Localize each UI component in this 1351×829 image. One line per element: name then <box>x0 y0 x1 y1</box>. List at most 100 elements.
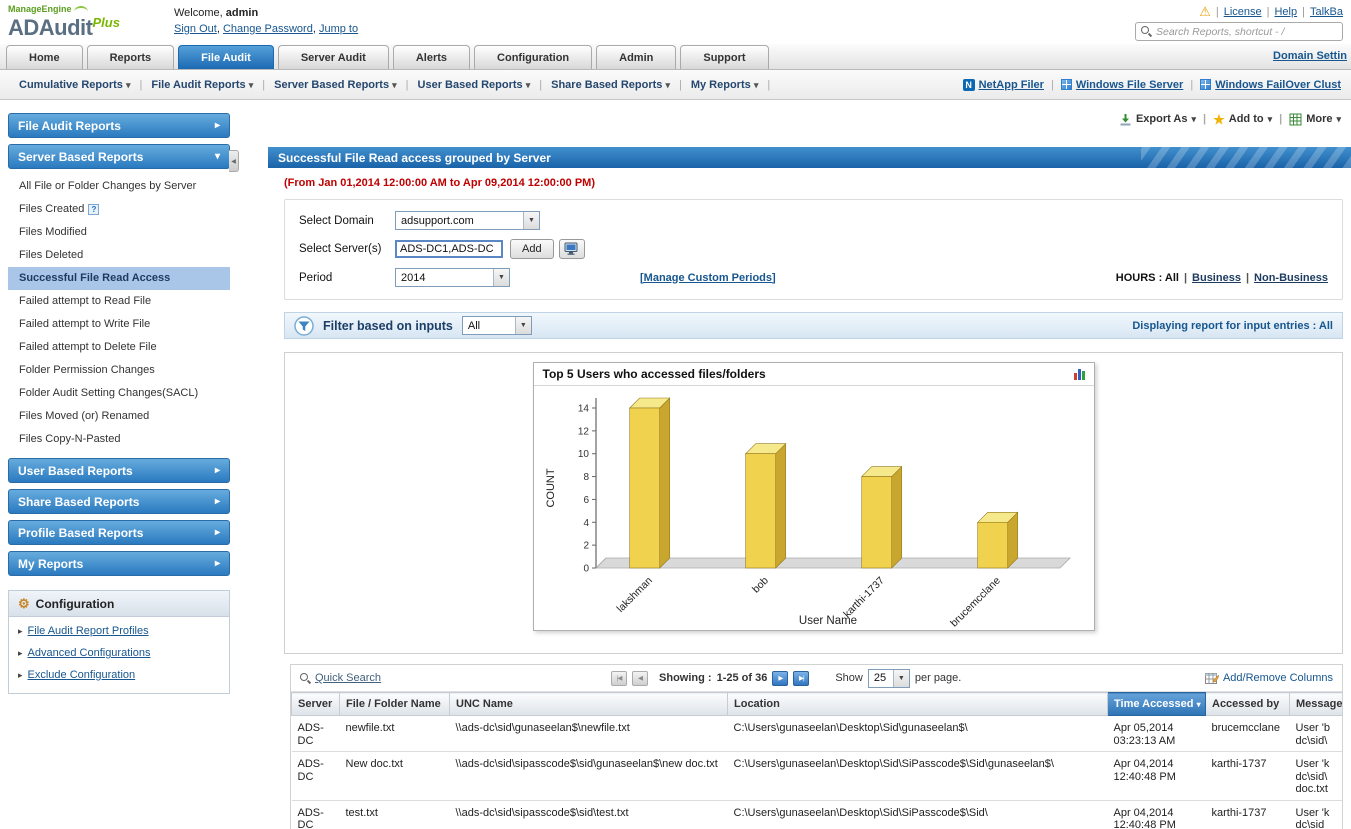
sidebar-group-file-audit-reports[interactable]: File Audit Reports ▸ <box>8 113 230 138</box>
hours-business-link[interactable]: Business <box>1192 272 1241 284</box>
separator: | <box>1279 113 1283 125</box>
table-row[interactable]: ADS-DC test.txt \\ads-dc\sid\sipasscode$\s… <box>291 800 1342 829</box>
product-suffix: Plus <box>92 15 120 30</box>
sidebar-item-successful-file-read-access[interactable]: Successful File Read Access <box>8 267 230 290</box>
tab-home[interactable]: Home <box>6 45 83 69</box>
filter-select[interactable]: All ▼ <box>461 316 532 335</box>
sidebar-group-label: Profile Based Reports <box>18 525 144 540</box>
sign-out-link[interactable]: Sign Out <box>174 23 217 35</box>
sidebar-item-failed-attempt-to-read-file[interactable]: Failed attempt to Read File <box>8 290 230 313</box>
column-header-location[interactable]: Location <box>727 692 1108 716</box>
sidebar-item-files-copy-n-pasted[interactable]: Files Copy-N-Pasted <box>8 428 230 451</box>
column-header-unc-name[interactable]: UNC Name <box>449 692 728 716</box>
sidebar-item-all-file-or-folder-changes-by-server[interactable]: All File or Folder Changes by Server <box>8 175 230 198</box>
tab-configuration[interactable]: Configuration <box>474 45 593 69</box>
menu-cumulative-reports[interactable]: Cumulative Reports ▾ <box>10 79 140 91</box>
talkba-link[interactable]: TalkBa <box>1310 6 1343 18</box>
period-select[interactable]: 2014 ▼ <box>395 268 510 287</box>
help-icon[interactable]: ? <box>88 204 100 215</box>
tab-server-audit[interactable]: Server Audit <box>277 45 389 69</box>
license-link[interactable]: License <box>1224 6 1262 18</box>
column-header-time-accessed[interactable]: Time Accessed ▾ <box>1107 692 1206 716</box>
tab-alerts[interactable]: Alerts <box>392 45 471 69</box>
column-header-accessed-by[interactable]: Accessed by <box>1205 692 1290 716</box>
menu-share-based-reports[interactable]: Share Based Reports ▾ <box>542 79 679 91</box>
last-page-button[interactable]: ▶| <box>793 670 810 686</box>
add-to-button[interactable]: ★ Add to ▾ <box>1213 113 1272 126</box>
manage-custom-periods-link[interactable]: [Manage Custom Periods] <box>640 272 776 284</box>
hours-nonbusiness-link[interactable]: Non-Business <box>1254 272 1328 284</box>
tab-admin[interactable]: Admin <box>596 45 677 69</box>
sidebar-item-folder-permission-changes[interactable]: Folder Permission Changes <box>8 359 230 382</box>
menu-server-based-reports[interactable]: Server Based Reports ▾ <box>265 79 406 91</box>
sidebar-item-files-modified[interactable]: Files Modified <box>8 221 230 244</box>
windows-file-server-link[interactable]: Windows File Server <box>1076 79 1184 91</box>
sidebar-collapse-handle[interactable]: ◀ <box>229 150 239 172</box>
column-header-message[interactable]: Message <box>1289 692 1342 716</box>
servers-input[interactable] <box>395 240 503 258</box>
page-size-select[interactable]: 25 ▼ <box>867 668 910 688</box>
sidebar-item-folder-audit-setting-changes-sacl[interactable]: Folder Audit Setting Changes(SACL) <box>8 382 230 405</box>
sidebar-group-my-reports[interactable]: My Reports ▸ <box>8 551 230 576</box>
caret-down-icon: ▾ <box>1267 113 1273 124</box>
config-link-advanced-configurations[interactable]: Advanced Configurations <box>28 647 151 659</box>
help-link[interactable]: Help <box>1274 6 1297 18</box>
sidebar-item-files-created[interactable]: Files Created? <box>8 198 230 221</box>
sidebar-item-failed-attempt-to-write-file[interactable]: Failed attempt to Write File <box>8 313 230 336</box>
netapp-filer-link[interactable]: NetApp Filer <box>979 79 1044 91</box>
svg-text:karthi-1737: karthi-1737 <box>841 575 887 621</box>
report-search-box[interactable] <box>1135 22 1343 41</box>
menu-user-based-reports[interactable]: User Based Reports ▾ <box>409 79 540 91</box>
prev-page-button[interactable]: ◀ <box>632 670 649 686</box>
menu-file-audit-reports[interactable]: File Audit Reports ▾ <box>142 79 262 91</box>
quick-search-link[interactable]: Quick Search <box>315 672 381 684</box>
sidebar-group-profile-based-reports[interactable]: Profile Based Reports ▸ <box>8 520 230 545</box>
next-page-button[interactable]: ▶ <box>772 670 789 686</box>
tab-file-audit[interactable]: File Audit <box>178 45 274 69</box>
windows-failover-clust-link[interactable]: Windows FailOver Clust <box>1215 79 1341 91</box>
domain-settings-link[interactable]: Domain Settin <box>1273 50 1347 62</box>
chart-type-icon[interactable] <box>1073 368 1085 380</box>
domain-row: Select Domain adsupport.com ▼ <box>299 211 1328 230</box>
table-row[interactable]: ADS-DC New doc.txt \\ads-dc\sid\sipasscode… <box>291 751 1342 801</box>
cell-file-name: test.txt <box>339 800 450 829</box>
select-servers-label: Select Server(s) <box>299 243 382 255</box>
caret-down-icon: ▾ <box>525 79 531 90</box>
sidebar-item-files-deleted[interactable]: Files Deleted <box>8 244 230 267</box>
sidebar: File Audit Reports ▸ Server Based Reports ▾… <box>8 105 230 824</box>
config-link-exclude-configuration[interactable]: Exclude Configuration <box>28 669 136 681</box>
windows-file-server-item: Windows File Server <box>1060 79 1184 91</box>
jump-to-link[interactable]: Jump to <box>319 23 358 35</box>
config-link-file-audit-report-profiles[interactable]: File Audit Report Profiles <box>28 625 149 637</box>
add-remove-columns[interactable]: Add/Remove Columns <box>1204 672 1333 685</box>
svg-text:brucemcclane: brucemcclane <box>948 575 1003 628</box>
sidebar-item-files-moved-or-renamed[interactable]: Files Moved (or) Renamed <box>8 405 230 428</box>
export-as-button[interactable]: Export As ▾ <box>1119 113 1196 126</box>
sidebar-group-server-based-reports[interactable]: Server Based Reports ▾ <box>8 144 230 169</box>
caret-down-icon: ▾ <box>248 79 254 90</box>
more-button[interactable]: More ▾ <box>1289 113 1341 126</box>
select-caret-icon: ▼ <box>892 669 909 687</box>
menu-my-reports[interactable]: My Reports ▾ <box>682 79 768 91</box>
separator: | <box>1302 5 1305 18</box>
filter-select-value: All <box>467 319 481 332</box>
tab-support[interactable]: Support <box>680 45 769 69</box>
column-header-server[interactable]: Server <box>291 692 340 716</box>
search-input[interactable] <box>1156 25 1337 38</box>
cell-accessed-by: karthi-1737 <box>1205 751 1290 801</box>
table-row[interactable]: ADS-DC newfile.txt \\ads-dc\sid\gunaseelan… <box>291 715 1342 752</box>
quick-search[interactable]: Quick Search <box>300 672 381 684</box>
column-header-file-folder-name[interactable]: File / Folder Name <box>339 692 450 716</box>
pick-server-button[interactable] <box>558 239 585 259</box>
warning-icon[interactable]: ⚠ <box>1199 5 1211 18</box>
account-links: Sign Out, Change Password, Jump to <box>174 23 359 35</box>
sidebar-group-user-based-reports[interactable]: User Based Reports ▸ <box>8 458 230 483</box>
sidebar-item-failed-attempt-to-delete-file[interactable]: Failed attempt to Delete File <box>8 336 230 359</box>
domain-select[interactable]: adsupport.com ▼ <box>395 211 540 230</box>
first-page-button[interactable]: |◀ <box>611 670 628 686</box>
change-password-link[interactable]: Change Password <box>223 23 313 35</box>
tab-reports[interactable]: Reports <box>86 45 175 69</box>
add-remove-columns-link[interactable]: Add/Remove Columns <box>1223 672 1333 684</box>
sidebar-group-share-based-reports[interactable]: Share Based Reports ▸ <box>8 489 230 514</box>
add-server-button[interactable]: Add <box>510 239 554 259</box>
